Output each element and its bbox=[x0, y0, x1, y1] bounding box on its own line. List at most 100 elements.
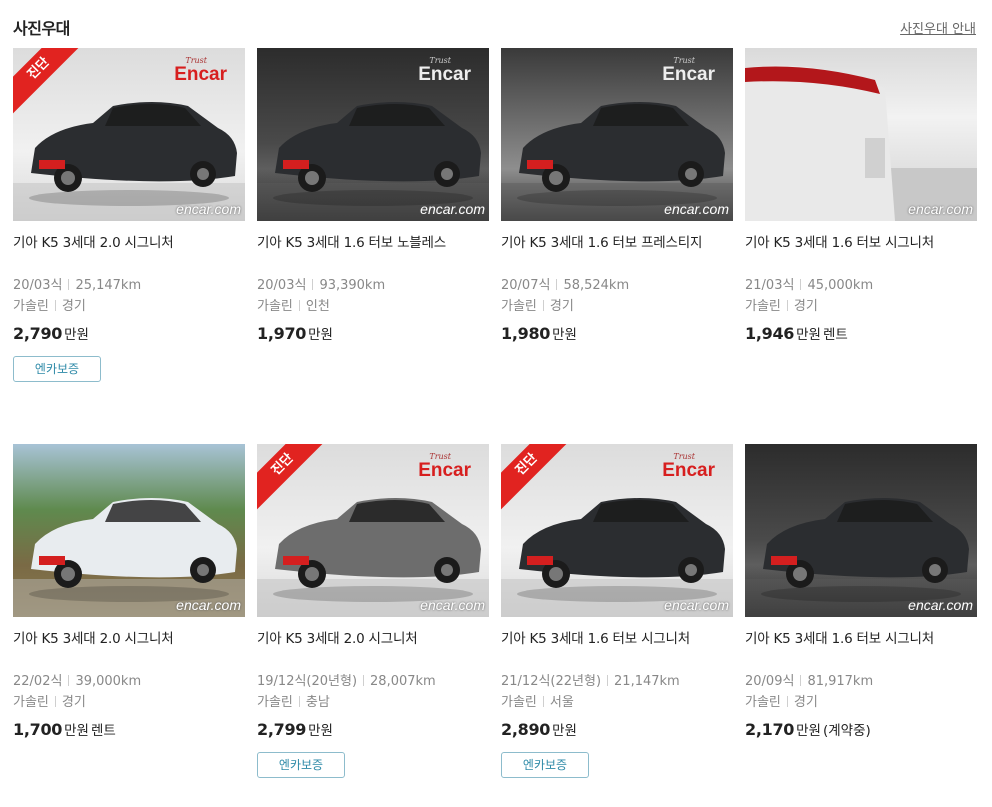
encar-com-watermark: encar.com bbox=[664, 597, 729, 613]
car-fuel: 가솔린 bbox=[13, 299, 49, 314]
encar-com-watermark: encar.com bbox=[664, 201, 729, 217]
car-card[interactable]: Trust Encar encar.com 기아 K5 3세대 1.6 터보 노… bbox=[257, 48, 489, 408]
car-fuel-region: 가솔린 경기 bbox=[745, 296, 977, 317]
car-photo[interactable]: Trust Encar encar.com bbox=[257, 48, 489, 221]
car-photo[interactable]: Trust Encar encar.com 진단 bbox=[501, 444, 733, 617]
car-name[interactable]: 기아 K5 3세대 2.0 시그니처 bbox=[13, 233, 245, 275]
divider bbox=[542, 696, 544, 707]
car-year-mileage: 20/03식 93,390km bbox=[257, 275, 489, 296]
car-fuel: 가솔린 bbox=[745, 299, 781, 314]
car-name[interactable]: 기아 K5 3세대 1.6 터보 시그니처 bbox=[501, 629, 733, 671]
car-card[interactable]: encar.com 기아 K5 3세대 1.6 터보 시그니처 21/03식 45… bbox=[745, 48, 977, 408]
price-unit: 만원 bbox=[796, 723, 821, 739]
car-fuel-region: 가솔린 서울 bbox=[501, 692, 733, 713]
car-year-mileage: 21/12식(22년형) 21,147km bbox=[501, 671, 733, 692]
car-price: 2,890 만원 bbox=[501, 719, 733, 739]
car-fuel: 가솔린 bbox=[257, 299, 293, 314]
car-fuel-region: 가솔린 경기 bbox=[13, 692, 245, 713]
car-photo[interactable]: Trust Encar encar.com bbox=[501, 48, 733, 221]
car-name[interactable]: 기아 K5 3세대 1.6 터보 시그니처 bbox=[745, 629, 977, 671]
price-unit: 만원 bbox=[64, 327, 89, 343]
car-region: 경기 bbox=[793, 299, 818, 314]
car-year-mileage: 20/09식 81,917km bbox=[745, 671, 977, 692]
car-card[interactable]: Trust Encar encar.com 기아 K5 3세대 1.6 터보 프… bbox=[501, 48, 733, 408]
encar-logo-watermark: Encar bbox=[174, 64, 227, 85]
car-price: 2,170 만원 (계약중) bbox=[745, 719, 977, 739]
car-year: 20/07식 bbox=[501, 278, 551, 293]
car-price: 2,799 만원 bbox=[257, 719, 489, 739]
car-photo[interactable]: Trust Encar encar.com 진단 bbox=[13, 48, 245, 221]
divider bbox=[800, 675, 802, 686]
car-name[interactable]: 기아 K5 3세대 1.6 터보 노블레스 bbox=[257, 233, 489, 275]
encar-com-watermark: encar.com bbox=[420, 597, 485, 613]
price-note: 렌트 bbox=[822, 327, 848, 343]
car-region: 충남 bbox=[305, 695, 330, 710]
divider bbox=[786, 696, 788, 707]
divider bbox=[298, 696, 300, 707]
price-value: 1,700 bbox=[13, 720, 63, 739]
car-mileage: 39,000km bbox=[75, 674, 142, 689]
price-note: (계약중) bbox=[822, 723, 871, 739]
divider bbox=[298, 300, 300, 311]
encar-warranty-badge[interactable]: 엔카보증 bbox=[257, 752, 345, 778]
encar-com-watermark: encar.com bbox=[908, 201, 973, 217]
encar-warranty-badge[interactable]: 엔카보증 bbox=[501, 752, 589, 778]
car-year: 20/03식 bbox=[257, 278, 307, 293]
car-mileage: 81,917km bbox=[807, 674, 874, 689]
car-year: 20/03식 bbox=[13, 278, 63, 293]
car-name[interactable]: 기아 K5 3세대 1.6 터보 프레스티지 bbox=[501, 233, 733, 275]
car-year: 22/02식 bbox=[13, 674, 63, 689]
price-unit: 만원 bbox=[552, 327, 577, 343]
car-region: 인천 bbox=[305, 299, 330, 314]
car-name[interactable]: 기아 K5 3세대 2.0 시그니처 bbox=[13, 629, 245, 671]
car-year-mileage: 19/12식(20년형) 28,007km bbox=[257, 671, 489, 692]
car-mileage: 45,000km bbox=[807, 278, 874, 293]
divider bbox=[363, 675, 365, 686]
encar-com-watermark: encar.com bbox=[908, 597, 973, 613]
price-value: 1,980 bbox=[501, 324, 551, 343]
car-name[interactable]: 기아 K5 3세대 1.6 터보 시그니처 bbox=[745, 233, 977, 275]
car-photo[interactable]: encar.com bbox=[745, 48, 977, 221]
encar-com-watermark: encar.com bbox=[176, 597, 241, 613]
car-region: 경기 bbox=[793, 695, 818, 710]
car-card[interactable]: Trust Encar encar.com 진단 기아 K5 3세대 2.0 시… bbox=[13, 48, 245, 408]
car-card[interactable]: encar.com 기아 K5 3세대 1.6 터보 시그니처 20/09식 81… bbox=[745, 444, 977, 804]
price-value: 2,170 bbox=[745, 720, 795, 739]
encar-logo-watermark: Encar bbox=[662, 460, 715, 481]
car-price: 1,946 만원 렌트 bbox=[745, 323, 977, 343]
car-photo[interactable]: Trust Encar encar.com 진단 bbox=[257, 444, 489, 617]
encar-logo-watermark: Encar bbox=[662, 64, 715, 85]
car-year-mileage: 22/02식 39,000km bbox=[13, 671, 245, 692]
encar-logo-watermark: Encar bbox=[418, 64, 471, 85]
divider bbox=[556, 279, 558, 290]
photo-priority-guide-link[interactable]: 사진우대 안내 bbox=[900, 18, 976, 37]
car-photo[interactable]: encar.com bbox=[745, 444, 977, 617]
car-card[interactable]: encar.com 기아 K5 3세대 2.0 시그니처 22/02식 39,00… bbox=[13, 444, 245, 804]
car-region: 경기 bbox=[549, 299, 574, 314]
price-value: 2,799 bbox=[257, 720, 307, 739]
price-unit: 만원 bbox=[308, 723, 333, 739]
encar-com-watermark: encar.com bbox=[420, 201, 485, 217]
car-mileage: 25,147km bbox=[75, 278, 142, 293]
divider bbox=[54, 300, 56, 311]
divider bbox=[607, 675, 609, 686]
car-fuel-region: 가솔린 인천 bbox=[257, 296, 489, 317]
car-name[interactable]: 기아 K5 3세대 2.0 시그니처 bbox=[257, 629, 489, 671]
divider bbox=[68, 279, 70, 290]
encar-warranty-badge[interactable]: 엔카보증 bbox=[13, 356, 101, 382]
car-mileage: 28,007km bbox=[370, 674, 436, 689]
car-mileage: 93,390km bbox=[319, 278, 386, 293]
price-value: 1,970 bbox=[257, 324, 307, 343]
price-note: 렌트 bbox=[90, 723, 116, 739]
car-card[interactable]: Trust Encar encar.com 진단 기아 K5 3세대 2.0 시… bbox=[257, 444, 489, 804]
car-year-mileage: 20/03식 25,147km bbox=[13, 275, 245, 296]
car-photo[interactable]: encar.com bbox=[13, 444, 245, 617]
car-fuel-region: 가솔린 경기 bbox=[745, 692, 977, 713]
divider bbox=[542, 300, 544, 311]
divider bbox=[54, 696, 56, 707]
price-value: 1,946 bbox=[745, 324, 795, 343]
car-year-mileage: 21/03식 45,000km bbox=[745, 275, 977, 296]
divider bbox=[68, 675, 70, 686]
car-card[interactable]: Trust Encar encar.com 진단 기아 K5 3세대 1.6 터… bbox=[501, 444, 733, 804]
divider bbox=[786, 300, 788, 311]
